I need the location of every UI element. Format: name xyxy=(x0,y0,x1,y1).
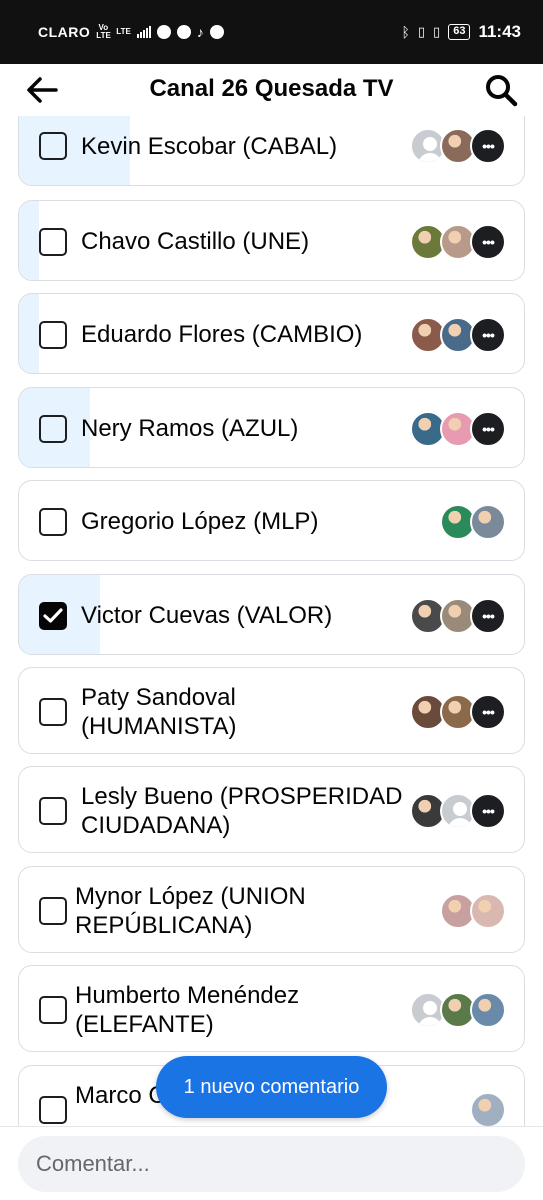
poll-option-label-line: Lesly Bueno (PROSPERIDAD xyxy=(81,782,403,810)
carrier-name: CLARO xyxy=(38,24,91,40)
messenger-icon xyxy=(156,25,171,39)
checkbox[interactable] xyxy=(39,132,67,160)
poll-option-label: Marco CTA) xyxy=(75,1081,364,1110)
poll-option[interactable]: Paty Sandoval (HUMANISTA) ••• xyxy=(18,667,525,754)
more-voters-icon: ••• xyxy=(470,316,506,353)
poll-option[interactable]: Humberto Menéndez (ELEFANTE) xyxy=(18,965,525,1052)
vibrate-icon: ▯ xyxy=(417,24,426,39)
poll-option[interactable]: Nery Ramos (AZUL) ••• xyxy=(18,387,525,468)
poll-option-label-line: Mynor López (UNION xyxy=(75,882,306,910)
nfc-icon: ▯ xyxy=(433,24,441,39)
poll-option-label-line: REPÚBLICANA) xyxy=(75,911,253,939)
poll-option-label-line: Victor Cuevas (VALOR) xyxy=(81,602,333,629)
checkbox[interactable] xyxy=(39,796,67,825)
voter-avatars[interactable] xyxy=(440,503,506,540)
search-icon[interactable] xyxy=(483,72,519,108)
status-left: CLARO Vo LTE LTE ♪ xyxy=(38,24,224,40)
vote-progress-fill xyxy=(19,294,40,373)
voter-avatars[interactable]: ••• xyxy=(410,316,506,353)
more-voters-icon: ••• xyxy=(470,128,506,164)
poll-option-label: Humberto Menéndez (ELEFANTE) xyxy=(75,981,299,1039)
vote-progress-fill xyxy=(19,201,40,280)
poll-option-label-line: CIUDADANA) xyxy=(81,811,231,839)
poll-option-label-line: Paty Sandoval xyxy=(81,683,236,711)
checkbox[interactable] xyxy=(39,1095,67,1124)
poll-option-label: Paty Sandoval (HUMANISTA) xyxy=(81,683,237,741)
voter-avatars[interactable]: ••• xyxy=(410,128,506,164)
checkbox[interactable] xyxy=(39,896,67,925)
more-voters-icon: ••• xyxy=(470,693,506,730)
checkbox[interactable] xyxy=(39,320,67,349)
status-bar: CLARO Vo LTE LTE ♪ ᛒ ▯ ▯ 63 11:43 xyxy=(0,0,543,64)
poll-option-label: Nery Ramos (AZUL) xyxy=(81,414,298,443)
poll-option[interactable]: Lesly Bueno (PROSPERIDAD CIUDADANA) ••• xyxy=(18,766,525,853)
battery-icon: 63 xyxy=(448,24,471,40)
voter-avatars[interactable]: ••• xyxy=(410,410,506,447)
poll-option[interactable]: Mynor López (UNION REPÚBLICANA) xyxy=(18,866,525,953)
poll-option-label: Victor Cuevas (VALOR) xyxy=(81,601,332,630)
voter-avatars[interactable] xyxy=(440,892,506,929)
checkbox-checked[interactable] xyxy=(39,601,67,630)
poll-option[interactable]: Eduardo Flores (CAMBIO) ••• xyxy=(18,293,525,374)
more-voters-icon: ••• xyxy=(470,597,506,634)
status-right: ᛒ ▯ ▯ 63 11:43 xyxy=(401,22,521,42)
checkmark-icon xyxy=(43,607,63,623)
bluetooth-icon: ᛒ xyxy=(401,24,410,40)
poll-option-label-line: Chavo Castillo (UNE) xyxy=(81,228,310,255)
poll-option-label-line: (ELEFANTE) xyxy=(75,1010,214,1038)
avatar xyxy=(470,991,506,1028)
lte-indicator: LTE xyxy=(116,27,131,36)
poll-option-label-line: Humberto Menéndez xyxy=(75,981,300,1009)
poll-option-label-line: Marco C xyxy=(75,1081,166,1109)
whatsapp-icon xyxy=(176,25,191,39)
poll-option-label: Gregorio López (MLP) xyxy=(81,507,318,536)
poll-option-label: Mynor López (UNION REPÚBLICANA) xyxy=(75,882,306,940)
voter-avatars[interactable]: ••• xyxy=(410,597,506,634)
more-voters-icon: ••• xyxy=(470,223,506,260)
voter-avatars[interactable] xyxy=(410,991,506,1028)
poll-option-label: Kevin Escobar (CABAL) xyxy=(81,132,337,161)
checkbox[interactable] xyxy=(39,414,67,443)
volte-indicator: Vo LTE xyxy=(96,23,111,40)
poll-option[interactable]: Gregorio López (MLP) xyxy=(18,480,525,561)
checkbox[interactable] xyxy=(39,227,67,256)
checkbox[interactable] xyxy=(39,697,67,726)
avatar xyxy=(470,503,506,540)
voter-avatars[interactable]: ••• xyxy=(410,693,506,730)
clock: 11:43 xyxy=(478,22,521,41)
voter-avatars[interactable]: ••• xyxy=(410,792,506,829)
poll-option-label-line: (HUMANISTA) xyxy=(81,712,237,740)
checkbox[interactable] xyxy=(39,507,67,536)
poll-option[interactable]: Chavo Castillo (UNE) ••• xyxy=(18,200,525,281)
page-title: Canal 26 Quesada TV xyxy=(149,75,394,102)
poll-option-label: Chavo Castillo (UNE) xyxy=(81,227,309,256)
poll-option-label-line: Kevin Escobar (CABAL) xyxy=(81,132,338,160)
poll-option-label-line: Eduardo Flores (CAMBIO) xyxy=(81,321,363,348)
comment-input[interactable] xyxy=(18,1136,525,1192)
facebook-icon xyxy=(209,25,224,39)
poll-option-label: Eduardo Flores (CAMBIO) xyxy=(81,320,362,349)
avatar xyxy=(470,892,506,929)
poll-option-label: Lesly Bueno (PROSPERIDAD CIUDADANA) xyxy=(81,782,402,840)
checkbox[interactable] xyxy=(39,995,67,1024)
avatar xyxy=(470,1091,506,1126)
tiktok-icon: ♪ xyxy=(196,24,204,40)
poll-option[interactable]: Victor Cuevas (VALOR) ••• xyxy=(18,574,525,655)
poll-option-label-line: Nery Ramos (AZUL) xyxy=(81,415,299,442)
comment-composer xyxy=(0,1126,543,1200)
voter-avatars[interactable]: ••• xyxy=(410,223,506,260)
signal-icon xyxy=(136,26,151,38)
poll-option-label-line: Gregorio López (MLP) xyxy=(81,508,319,535)
app-header: Canal 26 Quesada TV xyxy=(0,64,543,116)
voter-avatars[interactable] xyxy=(470,1091,506,1126)
poll-option[interactable]: Kevin Escobar (CABAL) ••• xyxy=(18,116,525,186)
more-voters-icon: ••• xyxy=(470,792,506,829)
more-voters-icon: ••• xyxy=(470,410,506,447)
new-comment-toast[interactable]: 1 nuevo comentario xyxy=(156,1056,387,1118)
poll-options-list[interactable]: Kevin Escobar (CABAL) ••• Chavo Castillo (… xyxy=(0,116,543,1126)
